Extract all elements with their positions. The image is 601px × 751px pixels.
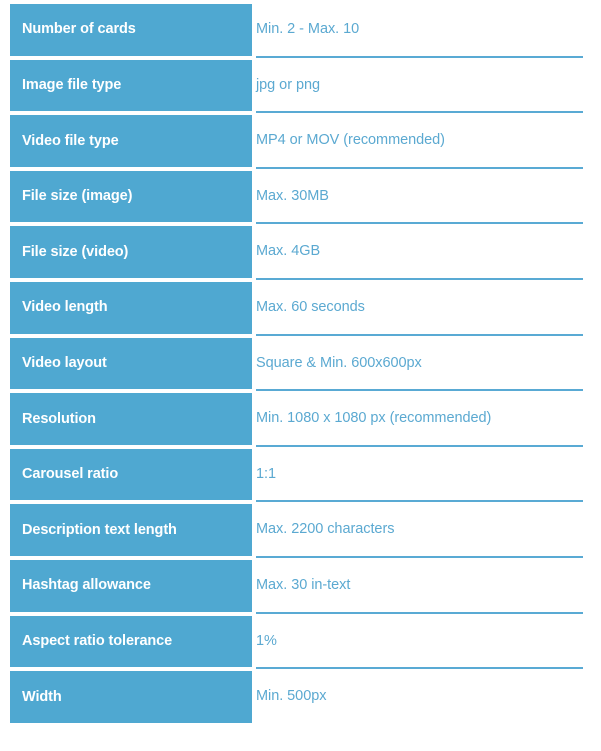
spec-label-text: Hashtag allowance [22, 577, 151, 594]
spec-value-text: Min. 1080 x 1080 px (recommended) [256, 410, 492, 427]
table-row: Video file type MP4 or MOV (recommended) [0, 111, 601, 171]
row-divider [256, 444, 583, 447]
spec-label-text: Resolution [22, 410, 96, 427]
spec-value-text: Max. 30MB [256, 187, 329, 204]
table-row: Image file type jpg or png [0, 55, 601, 116]
spec-label-cell: Description text length [10, 504, 252, 556]
row-divider [256, 556, 583, 558]
spec-value-text: Min. 500px [256, 688, 327, 705]
spec-value-text: Max. 60 seconds [256, 299, 365, 316]
table-row: Width Min. 500px [0, 667, 601, 727]
spec-value-cell: MP4 or MOV (recommended) [256, 115, 583, 167]
row-divider [256, 667, 583, 670]
table-row: Hashtag allowance Max. 30 in-text [0, 556, 601, 616]
table-row: Resolution Min. 1080 x 1080 px (recommend… [0, 389, 601, 449]
spec-label-text: Width [22, 688, 62, 705]
spec-label-cell: Carousel ratio [10, 448, 252, 501]
row-divider [256, 55, 583, 58]
spec-value-cell: Square & Min. 600x600px [256, 338, 583, 390]
spec-value-text: Max. 4GB [256, 243, 321, 260]
specification-table: Number of cards Min. 2 - Max. 10 Image fil… [0, 0, 601, 751]
spec-label-cell: File size (image) [10, 170, 252, 223]
spec-label-cell: Video layout [10, 337, 252, 390]
table-row: File size (video) Max. 4GB [0, 222, 601, 282]
spec-value-text: 1% [256, 632, 277, 649]
spec-value-text: 1:1 [256, 465, 277, 482]
spec-value-cell: Max. 4GB [256, 226, 583, 278]
spec-value-text: Square & Min. 600x600px [256, 354, 422, 371]
table-row: Carousel ratio 1:1 [0, 444, 601, 505]
spec-label-text: Number of cards [22, 21, 136, 38]
table-row: Description text length Max. 2200 charact… [0, 500, 601, 560]
spec-label-cell: Resolution [10, 393, 252, 445]
spec-value-cell: 1:1 [256, 449, 583, 501]
spec-value-cell: Max. 30 in-text [256, 560, 583, 612]
spec-value-cell: jpg or png [256, 60, 583, 112]
row-divider [256, 222, 583, 225]
spec-label-text: Carousel ratio [22, 466, 119, 483]
spec-value-text: Max. 30 in-text [256, 577, 351, 594]
spec-label-cell: File size (video) [10, 226, 252, 278]
spec-label-cell: Aspect ratio tolerance [10, 615, 252, 668]
row-divider [256, 111, 583, 114]
table-row: Number of cards Min. 2 - Max. 10 [0, 4, 601, 60]
spec-label-text: Image file type [22, 77, 122, 93]
spec-label-text: Video layout [22, 355, 107, 371]
spec-label-text: File size (video) [22, 243, 129, 260]
spec-label-cell: Hashtag allowance [10, 560, 252, 612]
spec-label-text: Video length [22, 299, 108, 316]
spec-label-cell: Video file type [10, 115, 252, 167]
spec-label-cell: Number of cards [10, 4, 252, 56]
row-divider [256, 278, 583, 280]
row-divider [256, 389, 583, 392]
spec-label-cell: Width [10, 671, 252, 723]
spec-label-text: Description text length [22, 521, 177, 538]
spec-value-cell: Max. 30MB [256, 171, 583, 223]
spec-value-cell: 1% [256, 616, 583, 668]
row-divider [256, 166, 583, 169]
spec-value-text: Min. 2 - Max. 10 [256, 21, 360, 38]
row-divider [256, 500, 583, 503]
spec-value-cell: Min. 1080 x 1080 px (recommended) [256, 393, 583, 445]
spec-label-text: File size (image) [22, 188, 133, 205]
spec-value-cell: Max. 60 seconds [256, 282, 583, 334]
spec-label-text: Aspect ratio tolerance [22, 633, 173, 649]
table-row: Video length Max. 60 seconds [0, 278, 601, 338]
spec-value-cell: Min. 500px [256, 671, 583, 723]
spec-label-text: Video file type [22, 132, 119, 149]
spec-label-cell: Image file type [10, 59, 252, 112]
spec-value-text: jpg or png [256, 76, 320, 93]
spec-value-text: Max. 2200 characters [256, 521, 395, 538]
spec-value-text: MP4 or MOV (recommended) [256, 132, 445, 149]
row-divider [256, 333, 583, 336]
spec-value-cell: Min. 2 - Max. 10 [256, 4, 583, 56]
row-divider [256, 611, 583, 614]
spec-label-cell: Video length [10, 282, 252, 334]
table-row: File size (image) Max. 30MB [0, 166, 601, 227]
spec-value-cell: Max. 2200 characters [256, 504, 583, 556]
table-row: Aspect ratio tolerance 1% [0, 611, 601, 672]
table-row: Video layout Square & Min. 600x600px [0, 333, 601, 394]
